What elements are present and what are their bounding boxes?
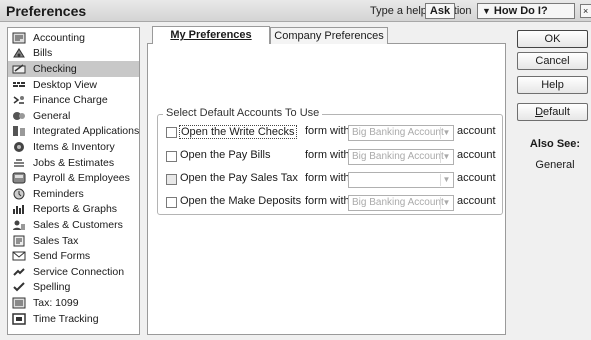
- sidebar-item-desktop-view[interactable]: Desktop View: [8, 77, 139, 93]
- how-do-i-button[interactable]: ▼ How Do I?: [477, 3, 575, 19]
- general-icon: [12, 110, 26, 122]
- cancel-button[interactable]: Cancel: [517, 52, 588, 70]
- window-title: Preferences: [6, 3, 87, 19]
- sales-customers-icon: [12, 219, 26, 231]
- pay-bills-account-select[interactable]: Big Banking Account ▼: [348, 149, 454, 165]
- checking-icon: [12, 63, 26, 75]
- service-connection-icon: [12, 266, 26, 278]
- pay-sales-tax-row: Open the Pay Sales Tax form with ▼ accou…: [0, 171, 591, 189]
- tab-my-preferences[interactable]: My Preferences: [152, 26, 270, 44]
- sidebar-item-general[interactable]: General: [8, 108, 139, 124]
- sidebar-item-label: Checking: [33, 62, 77, 75]
- sidebar-item-tax-1099[interactable]: Tax: 1099: [8, 295, 139, 311]
- pay-sales-tax-checkbox[interactable]: [166, 174, 177, 185]
- sidebar-item-checking[interactable]: Checking: [8, 61, 139, 77]
- make-deposits-label[interactable]: Open the Make Deposits: [180, 195, 301, 207]
- tab-label: My Preferences: [170, 29, 252, 41]
- send-forms-icon: [12, 250, 26, 262]
- sidebar-item-accounting[interactable]: Accounting: [8, 30, 139, 46]
- account-label: account: [457, 125, 496, 137]
- write-checks-checkbox[interactable]: [166, 127, 177, 138]
- default-accounts-group-title: Select Default Accounts To Use: [163, 107, 323, 119]
- sidebar-item-sales-customers[interactable]: Sales & Customers: [8, 217, 139, 233]
- pay-bills-label[interactable]: Open the Pay Bills: [180, 149, 271, 161]
- ok-button[interactable]: OK: [517, 30, 588, 48]
- sidebar-item-sales-tax[interactable]: Sales Tax: [8, 233, 139, 249]
- dropdown-arrow-icon: ▼: [482, 6, 491, 16]
- sidebar-item-send-forms[interactable]: Send Forms: [8, 248, 139, 264]
- help-button[interactable]: Help: [517, 76, 588, 94]
- pay-sales-tax-account-select[interactable]: ▼: [348, 172, 454, 188]
- account-label: account: [457, 149, 496, 161]
- write-checks-row: Open the Write Checks form with Big Bank…: [0, 124, 591, 142]
- tax-1099-icon: [12, 297, 26, 309]
- sidebar-item-label: Finance Charge: [33, 94, 108, 107]
- make-deposits-account-select[interactable]: Big Banking Account ▼: [348, 195, 454, 211]
- make-deposits-row: Open the Make Deposits form with Big Ban…: [0, 194, 591, 212]
- sidebar-item-service-connection[interactable]: Service Connection: [8, 264, 139, 280]
- sidebar-item-label: Tax: 1099: [33, 296, 79, 309]
- sidebar-item-bills[interactable]: Bills: [8, 46, 139, 62]
- title-bar: Preferences Type a help question Ask ▼ Ho…: [0, 0, 591, 22]
- default-button[interactable]: Default: [517, 103, 588, 121]
- chevron-down-icon: ▼: [440, 174, 452, 186]
- help-question-field[interactable]: Type a help question: [370, 5, 472, 17]
- form-with-label: form with: [305, 149, 350, 161]
- pay-bills-checkbox[interactable]: [166, 151, 177, 162]
- sidebar-item-spelling[interactable]: Spelling: [8, 280, 139, 296]
- sales-tax-icon: [12, 235, 26, 247]
- sidebar-item-label: Bills: [33, 47, 53, 60]
- write-checks-label[interactable]: Open the Write Checks: [179, 125, 297, 139]
- ask-button[interactable]: Ask: [425, 3, 455, 19]
- write-checks-account-select[interactable]: Big Banking Account ▼: [348, 125, 454, 141]
- account-label: account: [457, 195, 496, 207]
- sidebar-item-label: Accounting: [33, 31, 85, 44]
- sidebar-item-label: Sales Tax: [33, 234, 79, 247]
- bills-icon: [12, 47, 26, 59]
- time-tracking-icon: [12, 312, 26, 325]
- form-with-label: form with: [305, 195, 350, 207]
- close-icon: ×: [583, 6, 589, 16]
- sidebar-item-label: Send Forms: [33, 250, 91, 263]
- sidebar-item-label: Spelling: [33, 281, 71, 294]
- how-do-i-label: How Do I?: [493, 5, 548, 17]
- spelling-icon: [12, 281, 26, 293]
- form-with-label: form with: [305, 172, 350, 184]
- account-label: account: [457, 172, 496, 184]
- make-deposits-checkbox[interactable]: [166, 197, 177, 208]
- sidebar-item-finance-charge[interactable]: Finance Charge: [8, 92, 139, 108]
- sidebar-item-label: Time Tracking: [33, 312, 99, 325]
- finance-charge-icon: [12, 94, 26, 106]
- form-with-label: form with: [305, 125, 350, 137]
- accounting-icon: [12, 32, 26, 44]
- pay-bills-row: Open the Pay Bills form with Big Banking…: [0, 148, 591, 166]
- pay-bills-account-value: Big Banking Account: [352, 151, 444, 162]
- write-checks-account-value: Big Banking Account: [352, 127, 444, 138]
- pay-sales-tax-label[interactable]: Open the Pay Sales Tax: [180, 172, 298, 184]
- sidebar-item-label: Service Connection: [33, 265, 125, 278]
- make-deposits-account-value: Big Banking Account: [352, 197, 444, 208]
- chevron-down-icon: ▼: [440, 127, 452, 139]
- tab-label: Company Preferences: [274, 30, 384, 42]
- sidebar-item-label: Desktop View: [33, 78, 98, 91]
- also-see-heading: Also See:: [529, 138, 581, 150]
- default-button-label: Default: [535, 106, 570, 118]
- chevron-down-icon: ▼: [440, 197, 452, 209]
- close-button[interactable]: ×: [580, 4, 591, 18]
- sidebar-item-label: General: [33, 109, 71, 122]
- sidebar-item-time-tracking[interactable]: Time Tracking: [8, 311, 139, 327]
- sidebar-item-label: Sales & Customers: [33, 218, 123, 231]
- desktop-view-icon: [12, 79, 26, 91]
- chevron-down-icon: ▼: [440, 151, 452, 163]
- tab-company-preferences[interactable]: Company Preferences: [270, 27, 388, 44]
- also-see-general-link[interactable]: General: [522, 159, 588, 171]
